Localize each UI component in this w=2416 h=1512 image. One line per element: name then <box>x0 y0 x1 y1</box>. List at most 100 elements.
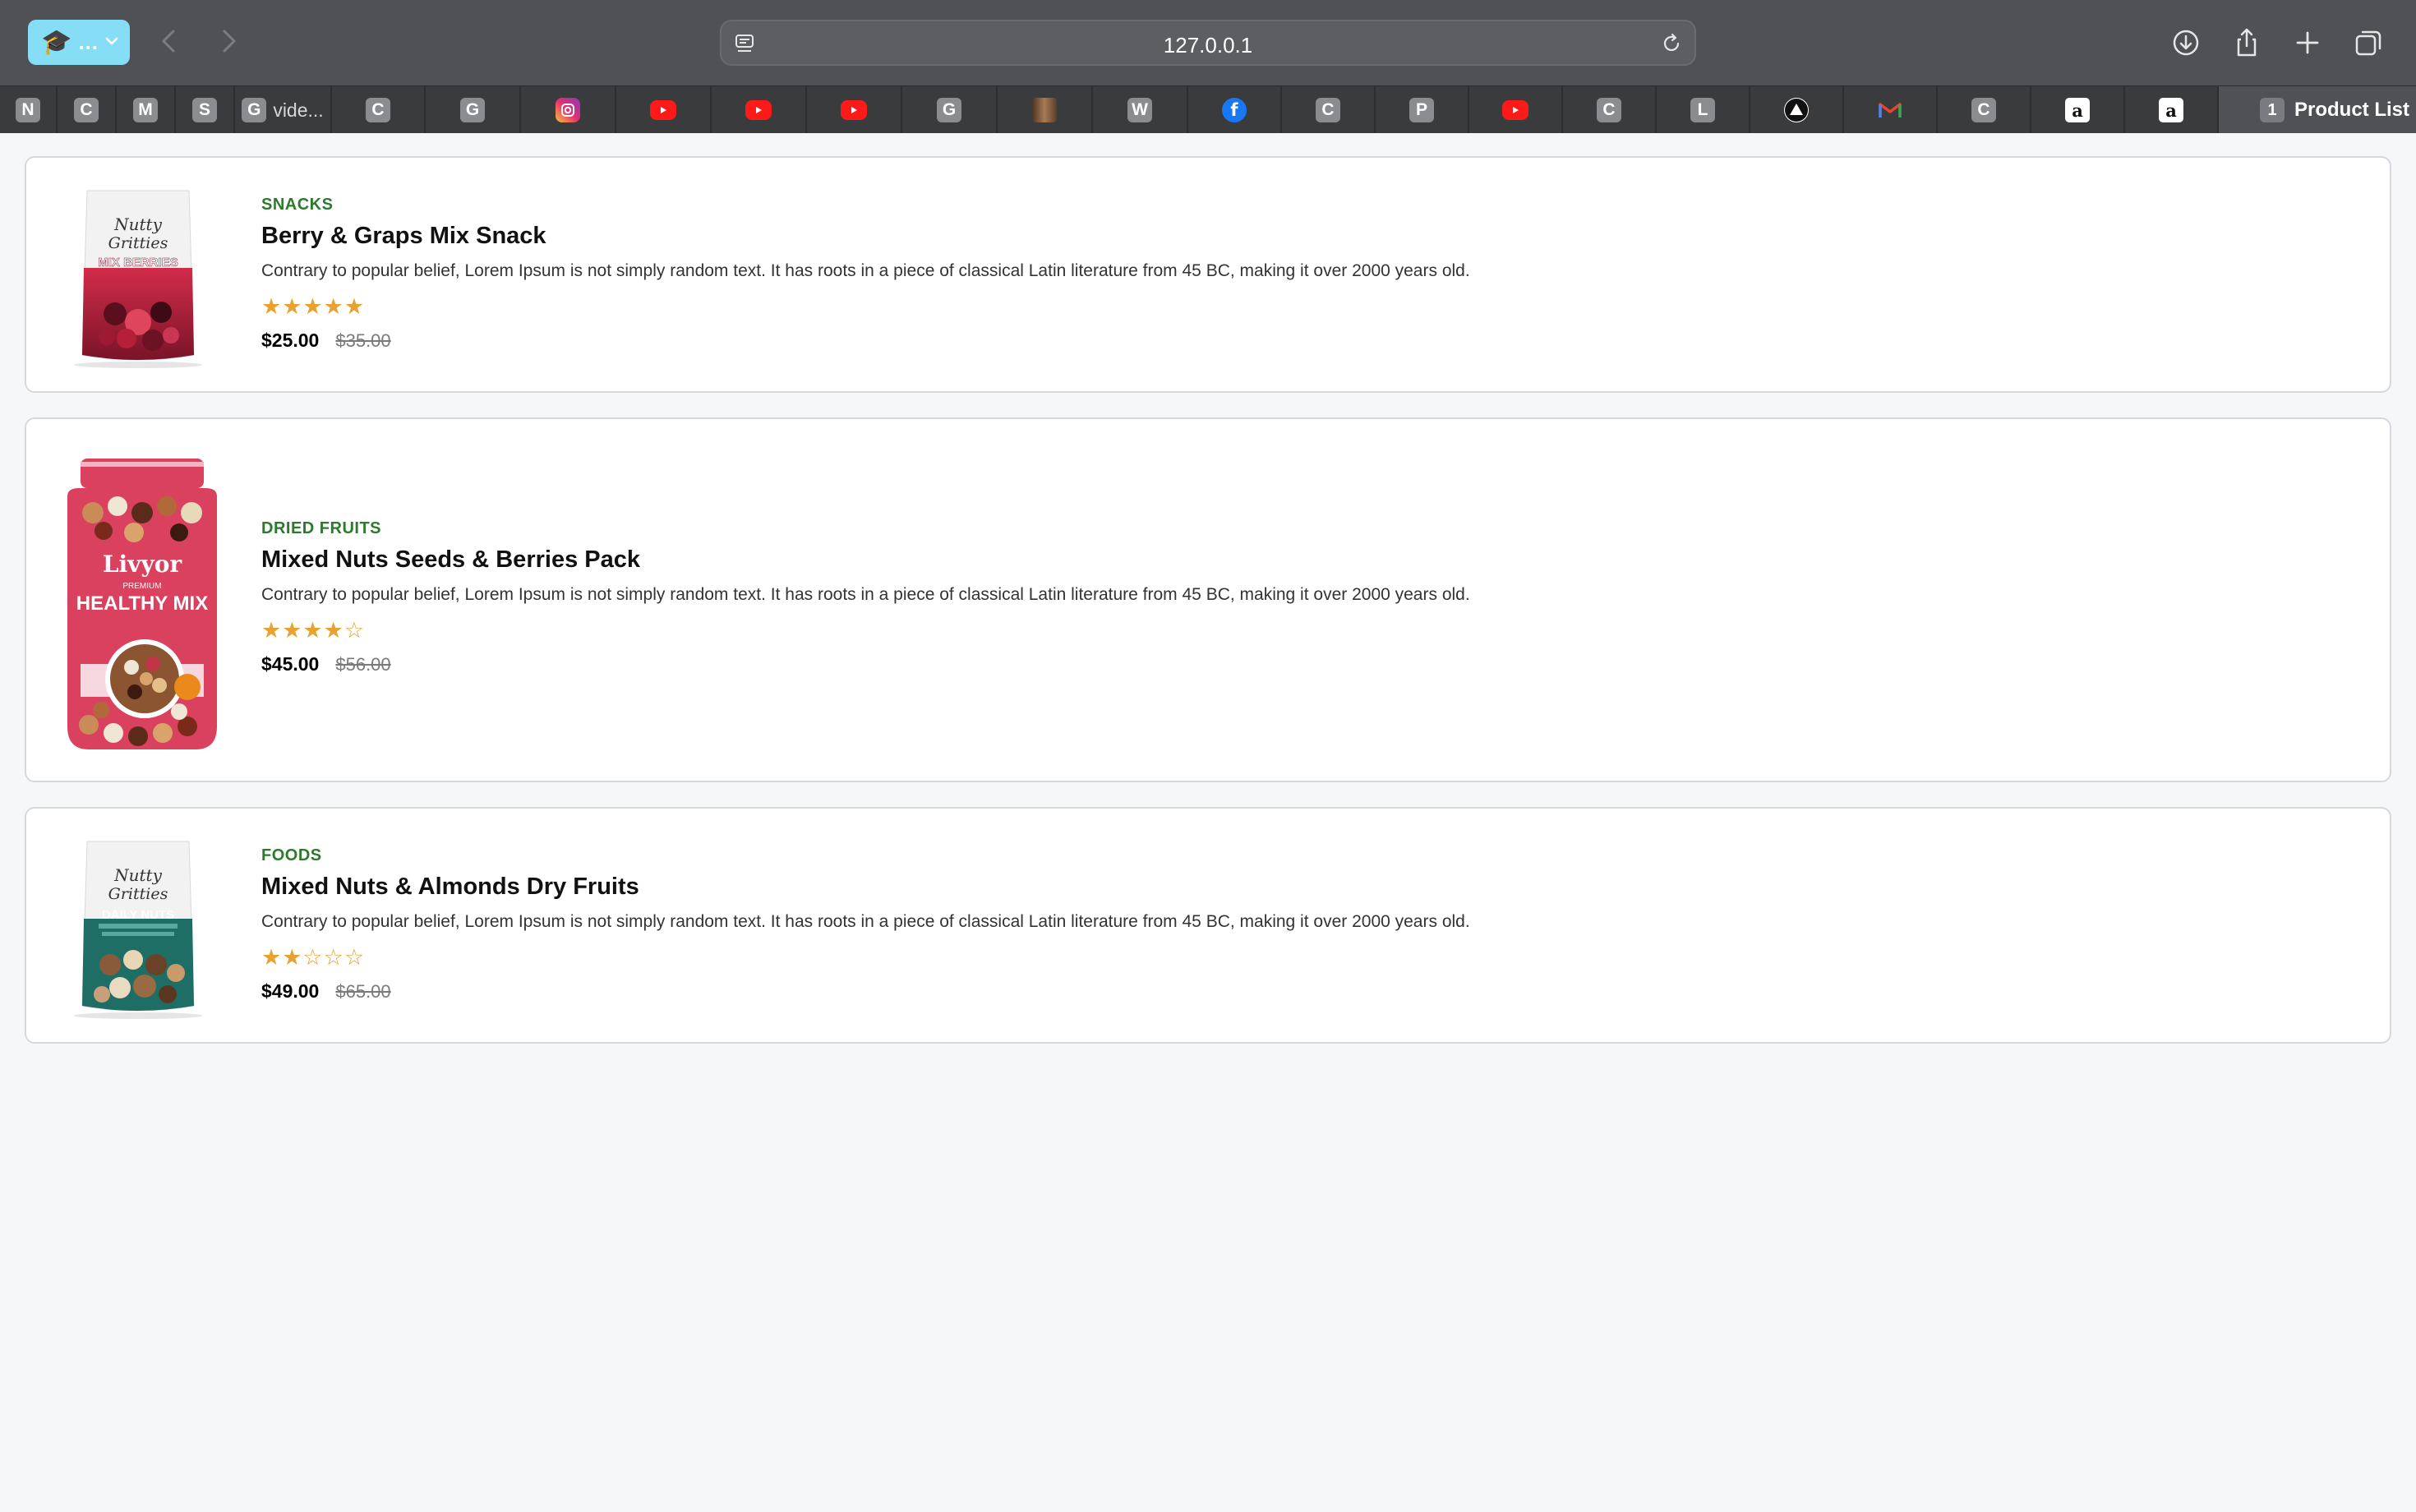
product-price: $25.00 <box>261 330 320 351</box>
tab-favicon: G <box>937 98 961 122</box>
star-rating: ★★★★☆ <box>261 618 366 643</box>
tab[interactable]: f <box>1188 86 1282 134</box>
tab-favicon: G <box>242 98 267 122</box>
svg-text:HEALTHY MIX: HEALTHY MIX <box>76 592 208 615</box>
youtube-icon <box>841 100 867 120</box>
product-image-mix-berries: Nutty Gritties MIX BERRIES <box>74 190 202 368</box>
profile-button[interactable]: 🎓 ... <box>28 20 130 65</box>
svg-text:Nutty: Nutty <box>113 865 162 885</box>
amazon-icon: a <box>2159 98 2183 122</box>
product-category: DRIED FRUITS <box>261 519 381 537</box>
tab-favicon: C <box>1316 98 1340 122</box>
tab[interactable]: C <box>1282 86 1376 134</box>
tab[interactable] <box>712 86 807 134</box>
tab[interactable]: L <box>1657 86 1750 134</box>
photo-icon <box>1032 98 1057 122</box>
amazon-icon: a <box>2065 98 2090 122</box>
svg-text:Gritties: Gritties <box>108 234 168 252</box>
product-prices: $45.00 $56.00 <box>261 653 1470 675</box>
product-name[interactable]: Mixed Nuts & Almonds Dry Fruits <box>261 874 1470 901</box>
product-old-price: $35.00 <box>335 330 391 351</box>
product-card[interactable]: Nutty Gritties MIX BERRIES SNACKS Berry … <box>25 156 2391 393</box>
tab[interactable] <box>1750 86 1844 134</box>
tab-overview-icon[interactable] <box>2350 25 2386 61</box>
tab-favicon: N <box>16 98 40 122</box>
product-card[interactable]: Nutty Gritties DAILY NUTS FOODS Mixed Nu… <box>25 807 2391 1044</box>
address-bar[interactable]: 127.0.0.1 <box>720 20 1696 66</box>
product-name[interactable]: Berry & Graps Mix Snack <box>261 223 1470 250</box>
product-description: Contrary to popular belief, Lorem Ipsum … <box>261 912 1470 931</box>
tab-bar: N C M S Gvide... C G G W f C P C L C a a… <box>0 85 2416 134</box>
svg-text:Nutty: Nutty <box>113 214 162 234</box>
tab[interactable]: W <box>1093 86 1188 134</box>
tab-favicon: S <box>192 98 217 122</box>
download-icon[interactable] <box>2168 25 2204 61</box>
tab-favicon: W <box>1127 98 1152 122</box>
tab-label: vide... <box>273 99 324 121</box>
product-old-price: $56.00 <box>335 654 391 675</box>
facebook-icon: f <box>1222 98 1247 122</box>
tab[interactable]: a <box>2031 86 2125 134</box>
browser-toolbar: 🎓 ... 127.0.0.1 <box>0 0 2416 85</box>
tab[interactable]: Gvide... <box>235 86 332 134</box>
reload-icon[interactable] <box>1658 30 1685 57</box>
star-rating: ★★☆☆☆ <box>261 945 366 970</box>
tab[interactable]: C <box>1938 86 2031 134</box>
youtube-icon <box>1502 100 1528 120</box>
tab-active[interactable]: 1 Product List <box>2219 86 2416 134</box>
tab[interactable] <box>998 86 1093 134</box>
product-description: Contrary to popular belief, Lorem Ipsum … <box>261 261 1470 280</box>
tab-favicon: C <box>74 98 99 122</box>
product-list: Nutty Gritties MIX BERRIES SNACKS Berry … <box>0 133 2416 1512</box>
product-image-daily-nuts: Nutty Gritties DAILY NUTS <box>74 841 202 1019</box>
gmail-icon <box>1878 98 1902 122</box>
tab[interactable]: S <box>176 86 235 134</box>
tab-favicon: M <box>133 98 158 122</box>
tab[interactable]: C <box>58 86 117 134</box>
new-tab-plus-icon[interactable] <box>2289 25 2326 61</box>
product-price: $49.00 <box>261 980 320 1002</box>
back-arrow-icon[interactable] <box>153 25 186 58</box>
tab[interactable]: a <box>2125 86 2219 134</box>
svg-text:Gritties: Gritties <box>108 885 168 903</box>
tab[interactable]: G <box>426 86 521 134</box>
chevron-down-icon <box>105 37 118 45</box>
product-category: FOODS <box>261 846 322 864</box>
product-prices: $25.00 $35.00 <box>261 330 1470 352</box>
share-icon[interactable] <box>2229 25 2265 61</box>
instagram-icon <box>556 98 580 122</box>
youtube-icon <box>745 100 772 120</box>
tab[interactable] <box>1844 86 1938 134</box>
forward-arrow-icon[interactable] <box>212 25 245 58</box>
product-info: FOODS Mixed Nuts & Almonds Dry Fruits Co… <box>261 846 1470 1003</box>
tab[interactable]: P <box>1376 86 1469 134</box>
tab[interactable] <box>1469 86 1563 134</box>
tab[interactable]: C <box>332 86 426 134</box>
youtube-icon <box>650 100 676 120</box>
tab-favicon: C <box>1971 98 1996 122</box>
product-price: $45.00 <box>261 653 320 675</box>
product-card[interactable]: Livyor PREMIUM HEALTHY MIX DRIED FRUITS … <box>25 417 2391 782</box>
tab-favicon: C <box>1597 98 1621 122</box>
tab[interactable]: M <box>117 86 176 134</box>
tab[interactable]: G <box>902 86 998 134</box>
tab-favicon: L <box>1690 98 1715 122</box>
tab[interactable] <box>616 86 712 134</box>
url-text: 127.0.0.1 <box>1163 33 1253 58</box>
tab[interactable]: N <box>0 86 58 134</box>
product-description: Contrary to popular belief, Lorem Ipsum … <box>261 585 1470 604</box>
profile-label: ... <box>78 30 99 54</box>
product-old-price: $65.00 <box>335 981 391 1002</box>
tab[interactable]: C <box>1563 86 1657 134</box>
product-name[interactable]: Mixed Nuts Seeds & Berries Pack <box>261 546 1470 574</box>
tab[interactable] <box>521 86 616 134</box>
svg-text:MIX BERRIES: MIX BERRIES <box>98 256 178 270</box>
tab-favicon: 1 <box>2260 98 2285 122</box>
svg-text:PREMIUM: PREMIUM <box>122 582 161 591</box>
product-info: SNACKS Berry & Graps Mix Snack Contrary … <box>261 196 1470 352</box>
tab-favicon: P <box>1409 98 1434 122</box>
tab-favicon: C <box>366 98 390 122</box>
tab[interactable] <box>807 86 902 134</box>
product-prices: $49.00 $65.00 <box>261 980 1470 1003</box>
graduation-cap-icon: 🎓 <box>41 28 72 56</box>
